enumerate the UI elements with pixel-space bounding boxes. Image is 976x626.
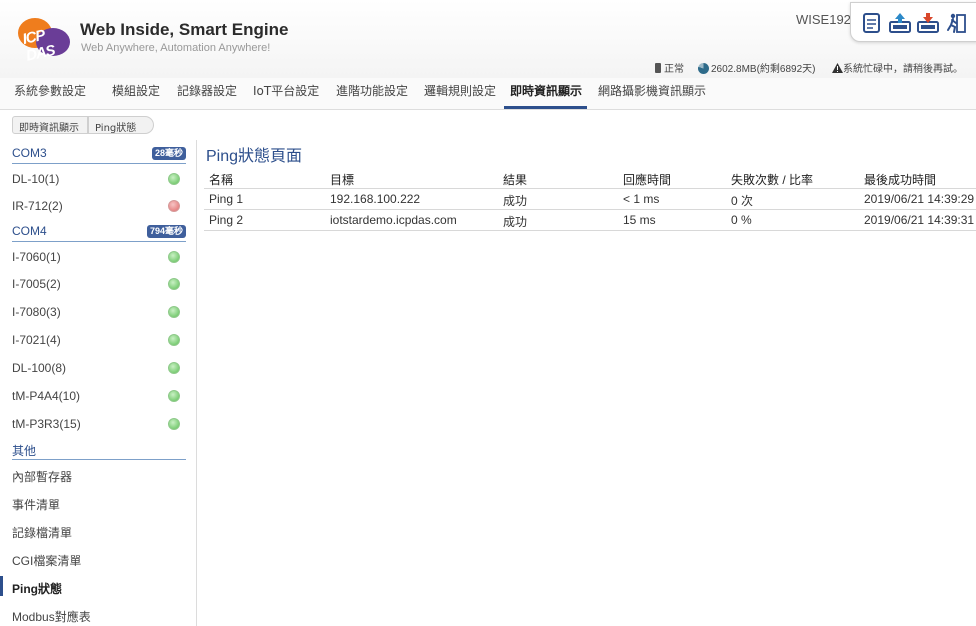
status-ok-icon (168, 362, 180, 374)
status-ok-icon (168, 334, 180, 346)
sidebar-item-event-list[interactable]: 事件清單 (12, 492, 186, 514)
status-ok-icon (168, 390, 180, 402)
cell-response-time: < 1 ms (623, 192, 660, 206)
sidebar-group-com4[interactable]: COM4 794毫秒 (12, 220, 186, 242)
sidebar-item-label: DL-10(1) (12, 172, 60, 186)
header-toolbar (850, 2, 976, 42)
column-header-failure-rate: 失敗次數 / 比率 (731, 173, 814, 187)
nav-iot-platform-settings[interactable]: IoT平台設定 (253, 82, 319, 99)
nav-advanced-settings[interactable]: 進階功能設定 (336, 82, 408, 99)
device-name: WISE192 (796, 12, 851, 27)
sidebar: COM3 28毫秒 DL-10(1) IR-712(2) COM4 794毫秒 … (0, 140, 197, 626)
app-subtitle: Web Anywhere, Automation Anywhere! (81, 42, 271, 54)
sidebar-item-i-7005[interactable]: I-7005(2) (12, 273, 186, 295)
sidebar-item-dl-100[interactable]: DL-100(8) (12, 357, 186, 379)
logout-icon[interactable] (945, 12, 967, 34)
column-header-result: 結果 (503, 173, 528, 187)
table-header-row: 名稱 目標 結果 回應時間 失敗次數 / 比率 最後成功時間 (204, 168, 976, 189)
nav-system-settings[interactable]: 系統參數設定 (14, 82, 86, 99)
download-icon[interactable] (917, 12, 939, 34)
upload-icon[interactable] (889, 12, 911, 34)
sidebar-item-label: tM-P3R3(15) (12, 417, 81, 431)
page-title: Ping狀態頁面 (206, 148, 303, 165)
column-header-target: 目標 (330, 173, 355, 187)
sidebar-item-log-file-list[interactable]: 記錄檔清單 (12, 520, 186, 542)
sidebar-item-tm-p4a4[interactable]: tM-P4A4(10) (12, 385, 186, 407)
sidebar-item-label: DL-100(8) (12, 361, 67, 375)
com4-latency-badge: 794毫秒 (146, 225, 186, 238)
cell-result: 成功 (503, 215, 528, 229)
com3-latency-badge: 28毫秒 (151, 147, 186, 160)
sidebar-item-dl-10[interactable]: DL-10(1) (12, 168, 186, 190)
app-title: Web Inside, Smart Engine (80, 20, 289, 39)
sidebar-item-i-7060[interactable]: I-7060(1) (12, 246, 186, 268)
sidebar-item-cgi-file-list[interactable]: CGI檔案清單 (12, 548, 186, 570)
sidebar-item-label: I-7021(4) (12, 333, 61, 347)
icpdas-logo: ICP DAS (18, 14, 72, 65)
main-nav: 系統參數設定 模組設定 記錄器設定 IoT平台設定 進階功能設定 邏輯規則設定 … (0, 78, 976, 110)
sidebar-group-com3[interactable]: COM3 28毫秒 (12, 142, 186, 164)
breadcrumb-realtime-info[interactable]: 即時資訊顯示 (12, 116, 88, 134)
selected-indicator (0, 576, 3, 596)
status-warning: 系統忙碌中，請稍後再試。 (832, 60, 963, 75)
nav-realtime-info[interactable]: 即時資訊顯示 (510, 82, 582, 99)
status-disk: 2602.8MB(約剩6892天) (698, 60, 816, 75)
cell-failure-rate: 0 次 (731, 194, 754, 208)
sidebar-item-label: tM-P4A4(10) (12, 389, 81, 403)
sidebar-item-label: I-7005(2) (12, 277, 61, 291)
disk-usage-icon (698, 63, 709, 74)
status-ok-icon (168, 418, 180, 430)
sidebar-item-label: IR-712(2) (12, 199, 63, 213)
sidebar-item-label: I-7060(1) (12, 250, 61, 264)
header: ICP DAS Web Inside, Smart Engine Web Any… (0, 0, 976, 78)
status-ok-icon (168, 306, 180, 318)
cell-name: Ping 2 (209, 213, 244, 227)
battery-icon (655, 63, 661, 73)
column-header-response-time: 回應時間 (623, 173, 672, 187)
sidebar-item-i-7080[interactable]: I-7080(3) (12, 301, 186, 323)
column-header-last-success: 最後成功時間 (864, 173, 937, 187)
nav-module-settings[interactable]: 模組設定 (112, 82, 160, 99)
sidebar-item-tm-p3r3[interactable]: tM-P3R3(15) (12, 413, 186, 435)
sidebar-group-label: COM3 (12, 146, 47, 160)
cell-result: 成功 (503, 194, 528, 208)
status-ok-icon (168, 278, 180, 290)
nav-logger-settings[interactable]: 記錄器設定 (177, 82, 237, 99)
sidebar-group-other[interactable]: 其他 (12, 438, 186, 460)
sidebar-item-ping-status[interactable]: Ping狀態 (0, 576, 186, 598)
cell-target: 192.168.100.222 (330, 192, 421, 206)
status-normal: 正常 (655, 60, 684, 75)
sidebar-item-i-7021[interactable]: I-7021(4) (12, 329, 186, 351)
sidebar-item-label: I-7080(3) (12, 305, 61, 319)
status-ok-icon (168, 251, 180, 263)
table-row: Ping 1 192.168.100.222 成功 < 1 ms 0 次 201… (204, 189, 976, 210)
status-error-icon (168, 200, 180, 212)
sidebar-item-internal-register[interactable]: 內部暫存器 (12, 464, 186, 486)
sidebar-group-label: COM4 (12, 224, 47, 238)
sidebar-item-ir-712[interactable]: IR-712(2) (12, 195, 186, 217)
status-ok-icon (168, 173, 180, 185)
document-icon[interactable] (861, 12, 883, 34)
sidebar-group-label: 其他 (12, 444, 37, 458)
breadcrumb-ping-status: Ping狀態 (88, 116, 154, 134)
nav-ip-camera-info[interactable]: 網路攝影機資訊顯示 (598, 82, 706, 99)
cell-failure-rate: 0 % (731, 213, 752, 227)
cell-target: iotstardemo.icpdas.com (330, 213, 457, 227)
nav-logic-rule-settings[interactable]: 邏輯規則設定 (424, 82, 496, 99)
column-header-name: 名稱 (209, 173, 234, 187)
cell-name: Ping 1 (209, 192, 244, 206)
sidebar-item-label: Ping狀態 (12, 582, 62, 596)
cell-last-success: 2019/06/21 14:39:31 (864, 213, 975, 227)
cell-response-time: 15 ms (623, 213, 656, 227)
warning-icon (832, 63, 843, 73)
sidebar-item-modbus-table[interactable]: Modbus對應表 (12, 604, 186, 626)
table-row: Ping 2 iotstardemo.icpdas.com 成功 15 ms 0… (204, 210, 976, 231)
cell-last-success: 2019/06/21 14:39:29 (864, 192, 975, 206)
nav-active-indicator (504, 106, 587, 109)
